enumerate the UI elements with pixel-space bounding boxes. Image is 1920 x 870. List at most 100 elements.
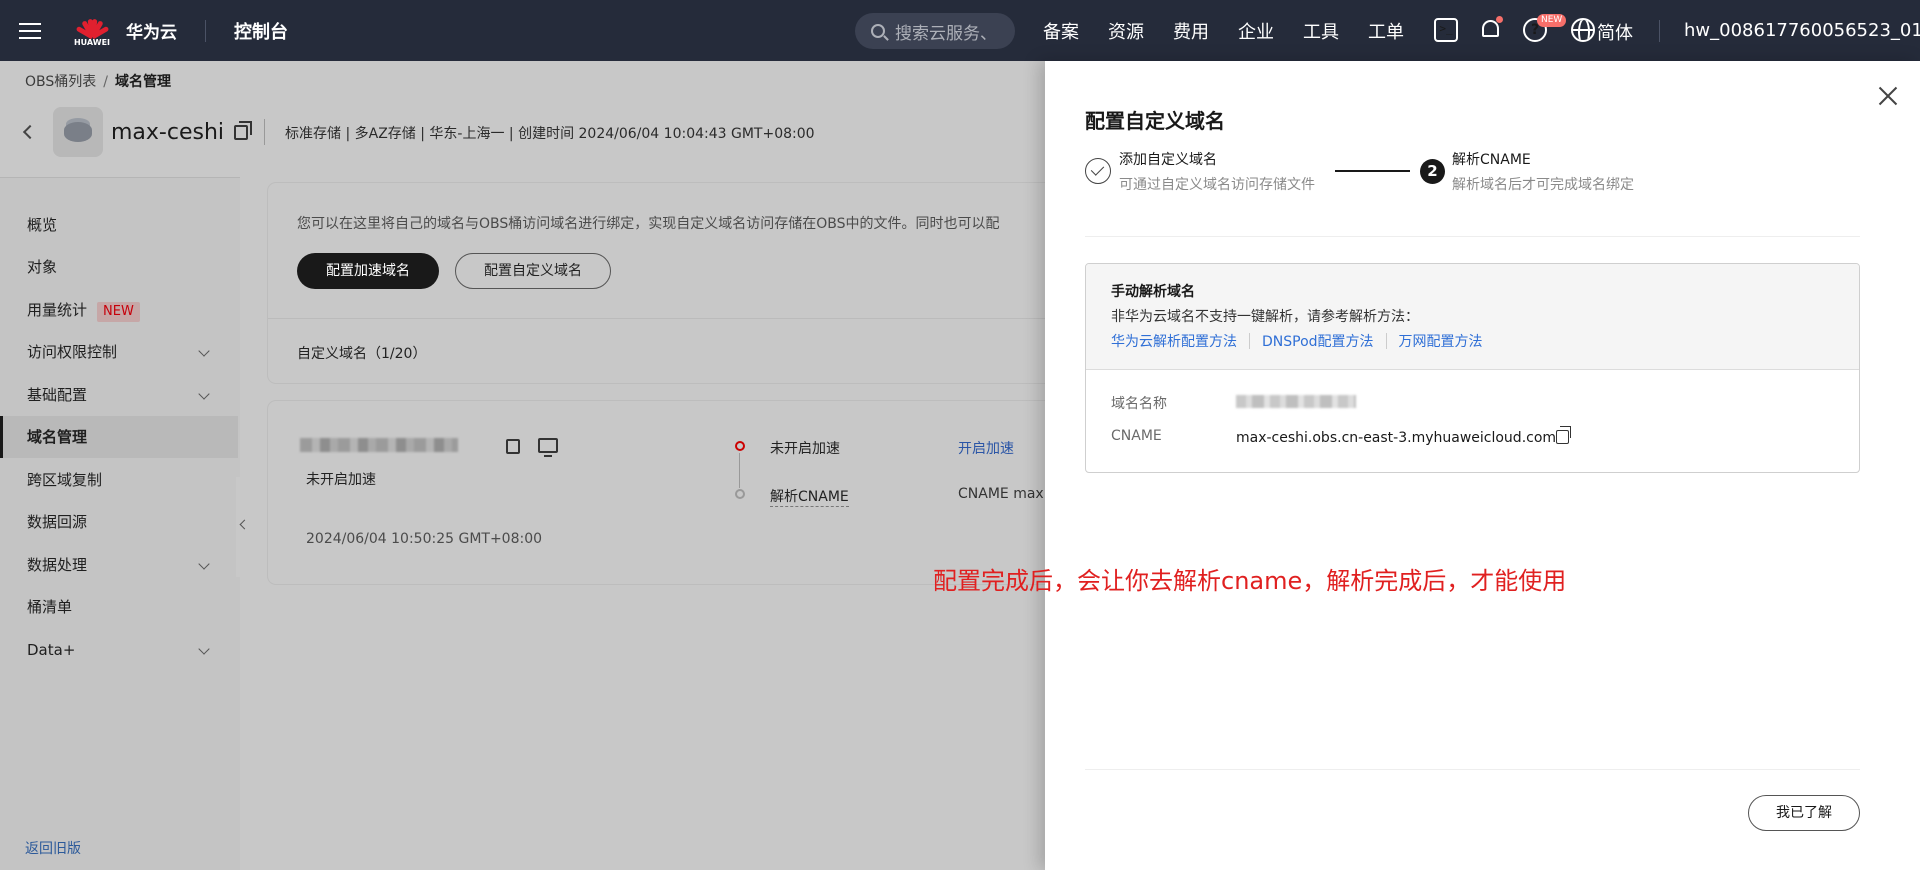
topbar-divider xyxy=(205,19,206,42)
back-to-old-version-link[interactable]: 返回旧版 xyxy=(25,838,81,858)
resolve-method-links: 华为云解析配置方法 DNSPod配置方法 万网配置方法 xyxy=(1111,331,1483,351)
nav-tickets[interactable]: 工单 xyxy=(1368,18,1404,44)
top-nav-links: 备案 资源 费用 企业 工具 工单 xyxy=(1043,0,1433,61)
chevron-down-icon xyxy=(198,643,210,655)
globe-icon[interactable] xyxy=(1571,18,1595,42)
manual-resolve-box: 手动解析域名 非华为云域名不支持一键解析，请参考解析方法： 华为云解析配置方法 … xyxy=(1085,263,1860,473)
sidebar-item-inventory[interactable]: 桶清单 xyxy=(0,586,238,628)
terminal-icon[interactable]: >_ xyxy=(1434,18,1458,42)
enable-accel-link[interactable]: 开启加速 xyxy=(958,438,1014,458)
chevron-down-icon xyxy=(198,345,210,357)
new-badge: NEW xyxy=(1537,14,1567,27)
sidebar-item-label: 数据处理 xyxy=(27,556,88,574)
chevron-down-icon xyxy=(198,388,210,400)
step1-title: 添加自定义域名 xyxy=(1119,152,1217,168)
dnspod-guide-link[interactable]: DNSPod配置方法 xyxy=(1262,331,1374,351)
breadcrumb: OBS桶列表 / 域名管理 xyxy=(25,71,171,91)
intro-text: 您可以在这里将自己的域名与OBS桶访问域名进行绑定，实现自定义域名访问存储在OB… xyxy=(297,216,1000,232)
cname-truncated: CNAME max xyxy=(958,486,1044,502)
config-custom-domain-drawer: 配置自定义域名 添加自定义域名 可通过自定义域名访问存储文件 2 解析CNAME… xyxy=(1045,61,1920,870)
sidebar-item-label: 访问权限控制 xyxy=(27,343,118,361)
sidebar-item-access-control[interactable]: 访问权限控制 xyxy=(0,331,238,373)
nav-beian[interactable]: 备案 xyxy=(1043,18,1079,44)
copy-icon[interactable] xyxy=(506,439,520,454)
manual-resolve-title: 手动解析域名 xyxy=(1111,284,1195,300)
config-accel-domain-button[interactable]: 配置加速域名 xyxy=(297,253,439,289)
step-dot-inactive xyxy=(735,489,745,499)
sidebar-item-data-plus[interactable]: Data+ xyxy=(0,629,238,671)
bucket-icon xyxy=(53,107,103,157)
hamburger-menu-icon[interactable] xyxy=(0,0,60,61)
acknowledge-button[interactable]: 我已了解 xyxy=(1748,795,1860,831)
step-connector xyxy=(739,453,740,488)
huawei-logo[interactable]: HUAWEI 华为云 xyxy=(72,11,177,51)
monitor-icon[interactable] xyxy=(538,438,558,457)
accel-status: 未开启加速 xyxy=(306,472,376,488)
footer-divider xyxy=(1085,769,1860,770)
sidebar-collapse-handle[interactable] xyxy=(236,477,254,577)
language-switch[interactable]: 简体 xyxy=(1597,19,1633,45)
check-circle-icon xyxy=(1085,158,1111,184)
cname-value: max-ceshi.obs.cn-east-3.myhuaweicloud.co… xyxy=(1236,430,1557,446)
sidebar-item-data-processing[interactable]: 数据处理 xyxy=(0,544,238,586)
wanwang-guide-link[interactable]: 万网配置方法 xyxy=(1399,331,1483,351)
sidebar-item-label: 概览 xyxy=(27,216,58,234)
breadcrumb-parent[interactable]: OBS桶列表 xyxy=(25,74,96,90)
bucket-meta: 标准存储 | 多AZ存储 | 华东-上海一 | 创建时间 2024/06/04 … xyxy=(285,126,815,142)
step-cname-label[interactable]: 解析CNAME xyxy=(770,486,849,507)
copy-icon[interactable] xyxy=(1556,426,1571,444)
redacted-domain-value xyxy=(1236,395,1356,408)
nav-billing[interactable]: 费用 xyxy=(1173,18,1209,44)
link-separator xyxy=(1385,333,1387,349)
step2-number: 2 xyxy=(1420,159,1445,184)
close-icon[interactable] xyxy=(1875,83,1901,109)
sidebar-item-objects[interactable]: 对象 xyxy=(0,246,238,288)
config-custom-domain-button[interactable]: 配置自定义域名 xyxy=(455,253,611,289)
sidebar-item-overview[interactable]: 概览 xyxy=(0,204,238,246)
step1-subtitle: 可通过自定义域名访问存储文件 xyxy=(1119,177,1315,193)
search-icon xyxy=(871,24,885,38)
sidebar-item-basic-config[interactable]: 基础配置 xyxy=(0,374,238,416)
console-title[interactable]: 控制台 xyxy=(234,18,288,44)
domain-item-card: 未开启加速 2024/06/04 10:50:25 GMT+08:00 未开启加… xyxy=(268,401,1045,584)
sidebar-item-usage[interactable]: 用量统计 NEW xyxy=(0,289,238,331)
cname-label: CNAME xyxy=(1111,428,1162,444)
sidebar-item-back-to-source[interactable]: 数据回源 xyxy=(0,501,238,543)
topbar-divider-2 xyxy=(1659,20,1660,42)
huaweicloud-dns-guide-link[interactable]: 华为云解析配置方法 xyxy=(1111,331,1237,351)
step-dot-active xyxy=(735,441,745,451)
domain-intro-card: 您可以在这里将自己的域名与OBS桶访问域名进行绑定，实现自定义域名访问存储在OB… xyxy=(268,183,1045,383)
huawei-logo-icon: HUAWEI xyxy=(72,11,112,51)
sidebar-item-cross-region[interactable]: 跨区域复制 xyxy=(0,459,238,501)
copy-icon[interactable] xyxy=(234,120,253,140)
search-placeholder: 搜索云服务、 xyxy=(895,23,997,44)
drawer-divider xyxy=(1085,236,1860,237)
back-arrow-icon[interactable] xyxy=(22,124,38,140)
sidebar-item-label: 用量统计 xyxy=(27,301,88,319)
sidebar-item-label: 基础配置 xyxy=(27,386,88,404)
drawer-title: 配置自定义域名 xyxy=(1085,109,1225,133)
step-connector-line xyxy=(1335,170,1410,172)
header-divider xyxy=(264,119,265,145)
brand-name: 华为云 xyxy=(126,23,177,43)
sidebar-item-label: 域名管理 xyxy=(27,428,88,446)
step2-subtitle: 解析域名后才可完成域名绑定 xyxy=(1452,177,1634,193)
search-input[interactable]: 搜索云服务、 xyxy=(855,13,1015,49)
card-divider xyxy=(268,318,1045,319)
nav-tools[interactable]: 工具 xyxy=(1303,18,1339,44)
new-tag: NEW xyxy=(97,302,140,322)
chevron-down-icon xyxy=(198,558,210,570)
sidebar: 概览 对象 用量统计 NEW 访问权限控制 基础配置 域名管理 跨区域复制 数据回… xyxy=(0,177,240,870)
custom-domain-count: 自定义域名（1/20） xyxy=(297,346,427,362)
main-content: OBS桶列表 / 域名管理 max-ceshi 标准存储 | 多AZ存储 | 华东-… xyxy=(0,61,1045,870)
nav-enterprise[interactable]: 企业 xyxy=(1238,18,1274,44)
nav-resources[interactable]: 资源 xyxy=(1108,18,1144,44)
bucket-name: max-ceshi xyxy=(111,119,225,145)
sidebar-item-domain-mgmt[interactable]: 域名管理 xyxy=(0,416,238,458)
bell-icon[interactable] xyxy=(1479,16,1503,42)
user-account[interactable]: hw_008617760056523_01 xyxy=(1684,20,1920,41)
step2-title: 解析CNAME xyxy=(1452,152,1531,168)
redacted-domain xyxy=(300,438,458,452)
manual-resolve-header: 手动解析域名 非华为云域名不支持一键解析，请参考解析方法： 华为云解析配置方法 … xyxy=(1086,264,1859,370)
step-accel-label: 未开启加速 xyxy=(770,441,840,457)
